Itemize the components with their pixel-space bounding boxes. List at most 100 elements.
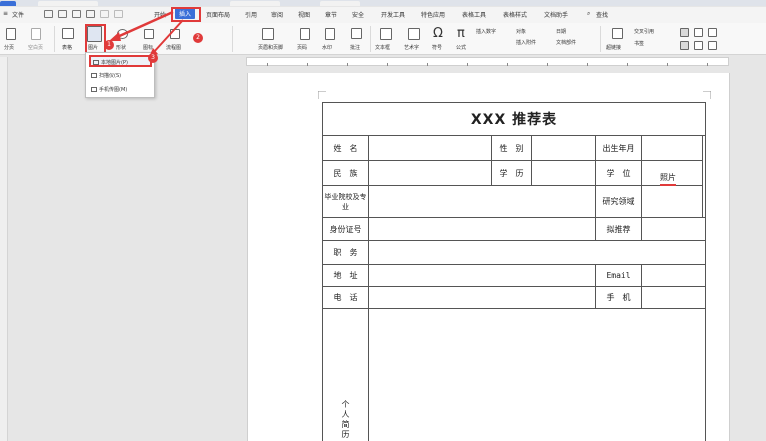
formula-icon[interactable]: π: [457, 26, 465, 41]
tab-references[interactable]: 引用: [245, 10, 257, 19]
mobile-value-cell[interactable]: [640, 286, 707, 309]
phone-upload-label: 手机传图(M): [99, 87, 128, 93]
ruler-tick: [307, 63, 308, 66]
document-tab-2[interactable]: [230, 1, 280, 6]
search-button[interactable]: 查找: [596, 10, 608, 19]
document-tab[interactable]: [38, 1, 98, 6]
hyperlink-label: 超链接: [606, 45, 622, 51]
print-icon[interactable]: [72, 10, 81, 18]
resume-label-cell: 个人简历: [322, 308, 369, 441]
layout-icon[interactable]: [694, 28, 703, 37]
doc-parts-button[interactable]: 文档部件: [556, 39, 576, 46]
photo-cell[interactable]: [701, 135, 707, 218]
name-value-cell[interactable]: [368, 135, 492, 161]
file-menu[interactable]: 文件: [12, 10, 24, 19]
recommend-label: 拟推荐: [595, 217, 642, 241]
tab-features[interactable]: 特色应用: [421, 10, 445, 19]
position-value-cell[interactable]: [367, 240, 707, 265]
document-tab-3[interactable]: [320, 1, 360, 6]
blank-page-icon[interactable]: [31, 28, 41, 40]
menu-icon[interactable]: ≡: [3, 10, 8, 17]
ruler-tick: [427, 63, 428, 66]
ribbon-separator: [600, 26, 601, 52]
search-icon[interactable]: ⌕: [587, 10, 590, 18]
birth-value-cell[interactable]: [641, 135, 703, 161]
phone-upload-item[interactable]: 手机传图(M): [89, 84, 152, 96]
ethnicity-value-cell[interactable]: [368, 160, 492, 186]
tab-view[interactable]: 视图: [298, 10, 310, 19]
watermark-icon[interactable]: [325, 28, 335, 40]
page-break-icon[interactable]: [6, 28, 16, 40]
ruler-tick: [507, 63, 508, 66]
form-title[interactable]: XXX 推荐表: [321, 102, 707, 136]
insert-attachment-button[interactable]: 插入附件: [516, 39, 536, 46]
tab-table-tools[interactable]: 表格工具: [462, 10, 486, 19]
tab-page-layout[interactable]: 页面布局: [206, 10, 230, 19]
birth-label: 出生年月: [595, 135, 642, 161]
app-tab-home[interactable]: [0, 1, 16, 6]
layout-icon[interactable]: [680, 28, 689, 37]
page-number-icon[interactable]: [300, 28, 310, 40]
tab-table-style[interactable]: 表格样式: [503, 10, 527, 19]
export-icon[interactable]: [58, 10, 67, 18]
scanner-icon: [91, 73, 97, 78]
degree-label: 学 位: [595, 160, 642, 186]
gender-value-cell[interactable]: [531, 135, 596, 161]
object-button[interactable]: 对象: [516, 28, 526, 35]
hyperlink-icon[interactable]: [612, 28, 623, 39]
preview-icon[interactable]: [86, 10, 95, 18]
cross-reference-button[interactable]: 交叉引用: [634, 28, 654, 35]
wordart-icon[interactable]: [408, 28, 420, 40]
layout-icon[interactable]: [708, 41, 717, 50]
header-footer-icon[interactable]: [262, 28, 274, 40]
research-label: 研究领域: [595, 185, 642, 218]
address-value-cell[interactable]: [368, 264, 596, 287]
comment-icon[interactable]: [351, 28, 362, 39]
scanner-item[interactable]: 扫描仪(S): [89, 70, 152, 82]
email-value-cell[interactable]: [640, 264, 707, 287]
photo-label: 照片: [660, 172, 676, 186]
layout-icon[interactable]: [708, 28, 717, 37]
date-button[interactable]: 日期: [556, 28, 566, 35]
blank-page-label: 空白页: [28, 45, 44, 51]
tab-doc-assistant[interactable]: 文档助手: [544, 10, 568, 19]
document-page[interactable]: XXX 推荐表 姓 名 性 别 出生年月 民 族 学 历 学 位 毕业院校及专业…: [247, 73, 730, 441]
layout-icon[interactable]: [694, 41, 703, 50]
research-value-cell[interactable]: [641, 185, 703, 218]
school-value-cell[interactable]: [368, 185, 596, 218]
tab-security[interactable]: 安全: [352, 10, 364, 19]
title-bar: [0, 0, 766, 6]
phone-value-cell[interactable]: [368, 286, 596, 309]
resume-value-cell[interactable]: [367, 308, 707, 441]
save-icon[interactable]: [44, 10, 53, 18]
horizontal-ruler[interactable]: [246, 57, 729, 66]
recommend-value-cell[interactable]: [640, 217, 707, 241]
textbox-icon[interactable]: [380, 28, 392, 40]
page-corner-mark: [318, 91, 326, 99]
id-number-label: 身份证号: [322, 217, 369, 241]
bookmark-button[interactable]: 书签: [634, 40, 644, 47]
tab-section[interactable]: 章节: [325, 10, 337, 19]
comment-label: 批注: [350, 45, 361, 51]
recommendation-form-table: XXX 推荐表 姓 名 性 别 出生年月 民 族 学 历 学 位 毕业院校及专业…: [321, 102, 707, 441]
ruler-tick: [267, 63, 268, 66]
step-badge-3: 3: [148, 53, 158, 63]
layout-icon[interactable]: [680, 41, 689, 50]
ruler-tick: [387, 63, 388, 66]
insert-number-button[interactable]: 插入数字: [476, 28, 496, 35]
ribbon-separator: [54, 26, 55, 52]
id-number-value-cell[interactable]: [368, 217, 596, 241]
textbox-label: 文本框: [375, 45, 391, 51]
tab-review[interactable]: 审阅: [271, 10, 283, 19]
ruler-tick: [667, 63, 668, 66]
page-corner-mark: [703, 91, 711, 99]
tab-developer[interactable]: 开发工具: [381, 10, 405, 19]
ruler-tick: [627, 63, 628, 66]
scanner-label: 扫描仪(S): [99, 73, 122, 79]
mobile-label: 手 机: [595, 286, 642, 309]
ruler-tick: [347, 63, 348, 66]
symbol-label: 符号: [432, 45, 443, 51]
education-value-cell[interactable]: [531, 160, 596, 186]
symbol-icon[interactable]: Ω: [433, 26, 443, 41]
table-icon[interactable]: [62, 28, 74, 39]
